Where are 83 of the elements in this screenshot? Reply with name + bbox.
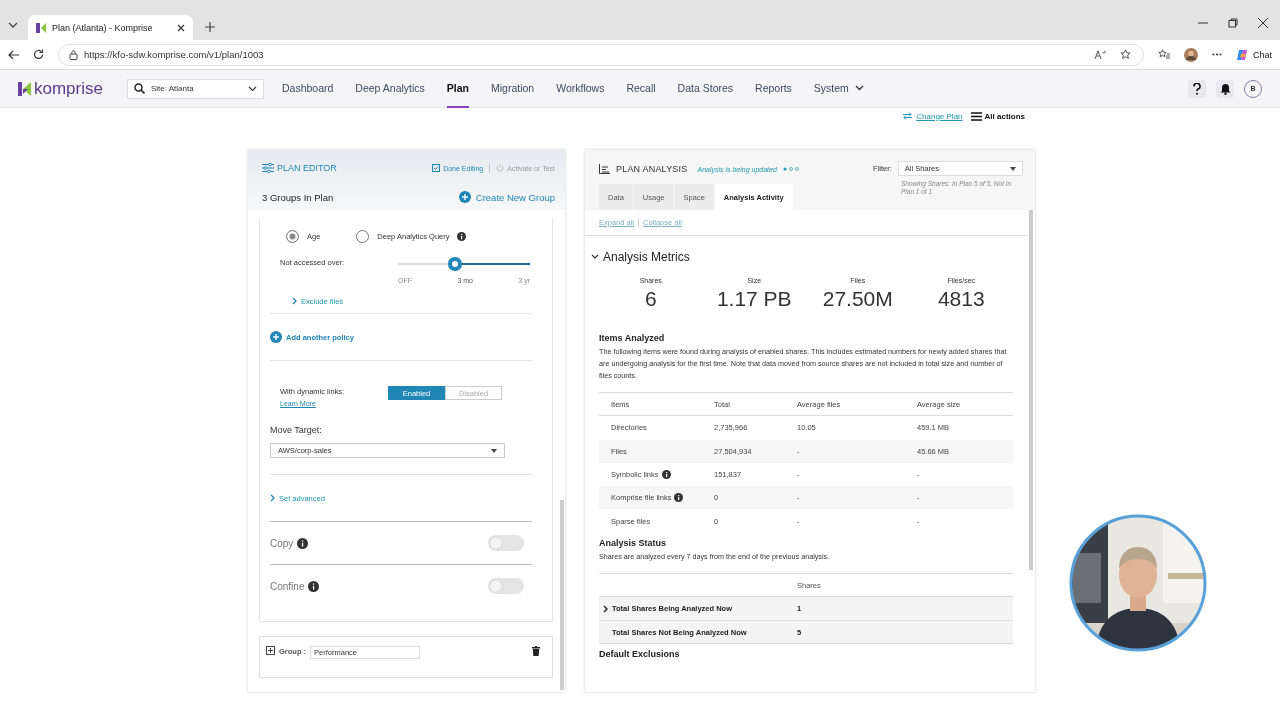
menu-icon [970, 111, 982, 121]
search-icon [133, 83, 145, 94]
section-title: Items Analyzed [599, 333, 666, 343]
loading-dots-icon [782, 167, 801, 171]
notifications-button[interactable] [1216, 79, 1234, 98]
toggle-label: Copy [270, 537, 294, 549]
site-search-value: Site: Atlanta [150, 84, 194, 93]
power-icon [496, 164, 505, 172]
tab-title: Plan (Atlanta) - Komprise [52, 22, 154, 33]
nav-link[interactable]: Migration [491, 69, 535, 108]
scrollbar[interactable] [1029, 210, 1033, 570]
toggle-label: Confine [270, 580, 305, 592]
section-header[interactable]: Analysis Metrics [585, 236, 1027, 266]
trash-icon[interactable] [532, 646, 540, 656]
nav-link[interactable]: Reports [755, 69, 792, 108]
bell-icon [1219, 82, 1231, 95]
change-plan-link[interactable]: Change Plan [903, 111, 963, 121]
all-actions-menu[interactable]: All actions [970, 111, 1025, 121]
groups-count: 3 Groups In Plan [262, 191, 334, 203]
section-title: Default Exclusions [599, 649, 681, 660]
back-icon[interactable] [8, 49, 19, 60]
info-icon [457, 231, 467, 241]
new-tab-icon[interactable] [205, 22, 215, 32]
nav-link[interactable]: Recall [626, 69, 656, 108]
plus-circle-icon [270, 331, 282, 343]
refresh-icon[interactable] [33, 49, 44, 60]
restore-icon[interactable] [1228, 18, 1238, 28]
close-icon[interactable] [177, 23, 185, 32]
chevron-right-icon [270, 494, 275, 502]
browser-tab[interactable]: Plan (Atlanta) - Komprise [28, 15, 193, 40]
favorites-icon[interactable] [1158, 49, 1170, 60]
radio-button[interactable] [356, 229, 370, 243]
metric-value: 1.17 PB [716, 287, 792, 311]
logo-icon [18, 81, 32, 96]
caret-down-icon [1010, 166, 1016, 171]
read-aloud-icon[interactable] [1094, 49, 1106, 60]
chat-button[interactable]: Chat [1236, 48, 1272, 61]
radio-button[interactable] [286, 229, 299, 243]
swap-icon [903, 112, 913, 120]
nav-link[interactable]: Dashboard [281, 69, 334, 108]
logo-text: komprise [34, 78, 103, 99]
metric-value: 6 [644, 287, 657, 311]
lock-icon [69, 49, 78, 60]
metric-value: 4813 [937, 287, 985, 311]
nav-link[interactable]: Workflows [556, 69, 605, 108]
close-icon[interactable] [1258, 18, 1268, 28]
chevron-down-icon [591, 254, 599, 259]
nav-link[interactable]: Plan [446, 69, 469, 108]
scrollbar[interactable] [560, 500, 564, 690]
chevron-right-icon [292, 297, 297, 305]
url-text: https://kfo-sdw.komprise.com/v1/plan/1003 [84, 49, 264, 60]
tab-list-icon[interactable] [8, 22, 18, 28]
nav-link[interactable]: System [813, 69, 864, 108]
slider-thumb[interactable] [448, 257, 463, 271]
plus-circle-icon [458, 191, 471, 203]
info-icon [308, 580, 320, 592]
chevron-down-icon [247, 85, 257, 92]
caret-down-icon [491, 448, 497, 453]
more-icon[interactable] [1212, 53, 1222, 56]
checkbox-icon [432, 164, 441, 172]
chevron-right-icon[interactable] [603, 604, 608, 613]
info-icon [297, 537, 309, 549]
star-icon[interactable] [1120, 49, 1131, 60]
section-title: Analysis Status [599, 537, 668, 548]
chart-icon [599, 164, 610, 174]
panel-title: PLAN EDITOR [277, 163, 337, 173]
move-target-label: Move Target: [270, 425, 323, 437]
metric-value: 27.50M [822, 287, 893, 311]
sliders-icon [262, 163, 274, 173]
chevron-down-icon [854, 84, 864, 91]
copilot-icon [1236, 48, 1248, 61]
site-search-field[interactable]: Site: Atlanta [126, 78, 264, 99]
profile-avatar-icon[interactable] [1184, 47, 1198, 62]
create-group-button[interactable]: Create New Group [458, 191, 555, 203]
nav-link[interactable]: Deep Analytics [355, 69, 425, 108]
help-icon [1193, 82, 1201, 95]
toggle-switch[interactable] [488, 578, 524, 594]
nav-link[interactable]: Data Stores [677, 69, 734, 108]
panel-title: PLAN ANALYSIS [616, 164, 688, 174]
expand-icon[interactable] [266, 646, 275, 655]
toggle-switch[interactable] [488, 535, 524, 551]
help-button[interactable] [1188, 79, 1206, 98]
favicon-icon [36, 22, 46, 33]
